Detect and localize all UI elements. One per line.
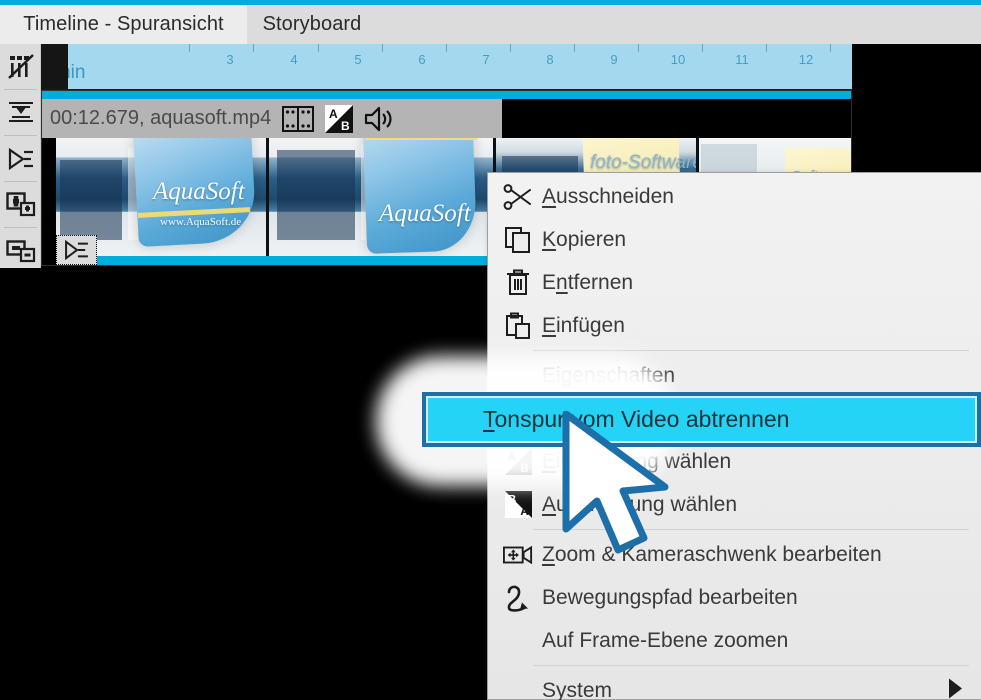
expand-track-icon [8,147,33,170]
tab-bar-filler [377,5,981,44]
collapse-tracks-icon-button[interactable] [0,90,41,135]
svg-text:B: B [341,119,350,133]
menu-item-label: Ausschneiden [542,184,674,208]
clip-header[interactable]: 00:12.679, aquasoft.mp4 A B [42,99,502,138]
menu-item-label: Tonspur vom Video abtrennen [483,406,790,432]
clip-top-accent-bar [42,91,851,99]
ruler-tick-8: 8 [546,52,554,67]
menu-item-ausblendung-waehlen[interactable]: B A Ausblendung wählen [489,483,981,526]
collapse-tracks-icon [8,101,33,122]
menu-item-bewegungspfad[interactable]: Bewegungspfad bearbeiten [489,576,981,619]
add-track-icon-button[interactable] [0,182,41,227]
menu-item-tonspur-vom-video-abtrennen[interactable]: Tonspur vom Video abtrennen [422,392,981,447]
expand-track-icon-button[interactable] [0,136,41,181]
ruler-tick-7: 7 [482,52,490,67]
trash-icon [498,261,538,304]
menu-separator [533,665,969,666]
timeline-side-toolbar [0,44,41,268]
motion-path-icon [498,576,538,619]
tab-timeline-label: Timeline - Spuransicht [23,13,224,35]
menu-item-label: Bewegungspfad bearbeiten [542,585,798,609]
fade-out-ba-icon: B A [498,483,538,526]
paste-icon [498,304,538,347]
menu-separator [533,350,969,351]
menu-item-label: Einfügen [542,313,625,337]
track-handle-button[interactable] [56,235,97,265]
speaker-icon[interactable] [364,106,394,132]
filmstrip-icon[interactable] [282,105,315,132]
ruler-left-shadow [41,44,68,90]
timeline-ruler[interactable]: 0 min 3 4 5 6 7 8 9 10 11 12 [41,44,852,90]
ab-transition-icon[interactable]: A B [325,104,354,133]
ruler-tick-9: 9 [610,52,618,67]
menu-separator [533,529,969,530]
clip-thumbnail: AquaSoft [269,138,493,256]
ruler-tick-6: 6 [418,52,426,67]
menu-item-einfuegen[interactable]: Einfügen [489,304,981,347]
svg-text:A: A [520,506,529,518]
expand-track-icon [64,240,88,260]
menu-item-zoom-kameraschwenk[interactable]: Zoom & Kameraschwenk bearbeiten [489,533,981,576]
tab-storyboard-label: Storyboard [262,13,362,35]
remove-track-icon-button[interactable] [0,228,41,273]
split-marker-icon-button[interactable] [0,44,41,89]
menu-item-label: Kopieren [542,227,627,251]
menu-item-ausschneiden[interactable]: Ausschneiden [489,175,981,218]
camera-pan-icon [498,533,538,576]
ruler-tick-4: 4 [290,52,298,67]
menu-item-system[interactable]: System [489,669,981,700]
tab-bar: Timeline - Spuransicht Storyboard [0,5,981,44]
add-track-icon [5,191,35,216]
tab-timeline-spuransicht[interactable]: Timeline - Spuransicht [0,5,247,44]
split-marker-icon [7,53,34,79]
copy-icon [498,218,538,261]
menu-item-kopieren[interactable]: Kopieren [489,218,981,261]
menu-item-label: Entfernen [542,270,634,294]
tab-storyboard[interactable]: Storyboard [247,5,377,44]
ruler-tick-5: 5 [354,52,362,67]
remove-track-icon [5,239,35,262]
ruler-tick-3: 3 [226,52,234,67]
clip-title-label: 00:12.679, aquasoft.mp4 [50,107,272,129]
ruler-tick-11: 11 [735,52,749,67]
clip-left-edge [42,138,56,265]
menu-item-entfernen[interactable]: Entfernen [489,261,981,304]
menu-item-label: Ausblendung wählen [542,492,737,516]
chevron-right-icon [947,677,963,700]
svg-text:B: B [507,495,515,507]
ruler-tick-10: 10 [670,52,686,67]
scissors-icon [498,175,538,218]
menu-item-label: Auf Frame-Ebene zoomen [542,628,789,652]
menu-item-auf-frame-ebene-zoomen[interactable]: Auf Frame-Ebene zoomen [489,619,981,662]
menu-item-label: Zoom & Kameraschwenk bearbeiten [542,542,882,566]
menu-item-label: System [542,678,613,700]
svg-text:A: A [329,107,338,121]
ruler-tick-12: 12 [798,52,814,67]
